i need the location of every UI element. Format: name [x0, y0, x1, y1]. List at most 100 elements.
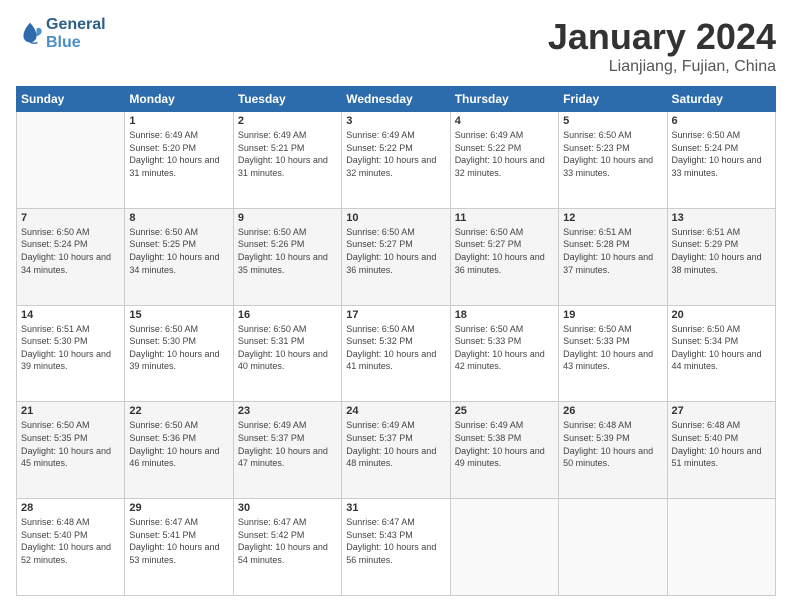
day-info: Sunrise: 6:50 AMSunset: 5:25 PMDaylight:… — [129, 226, 228, 276]
day-info: Sunrise: 6:50 AMSunset: 5:34 PMDaylight:… — [672, 323, 771, 373]
day-info: Sunrise: 6:47 AMSunset: 5:43 PMDaylight:… — [346, 516, 445, 566]
calendar-cell: 2 Sunrise: 6:49 AMSunset: 5:21 PMDaylight… — [233, 112, 341, 209]
location: Lianjiang, Fujian, China — [548, 58, 776, 76]
day-number: 14 — [21, 309, 120, 321]
day-info: Sunrise: 6:49 AMSunset: 5:38 PMDaylight:… — [455, 419, 554, 469]
calendar-header: General Blue January 2024 Lianjiang, Fuj… — [16, 16, 776, 76]
calendar-cell: 10 Sunrise: 6:50 AMSunset: 5:27 PMDayligh… — [342, 208, 450, 305]
day-number: 15 — [129, 309, 228, 321]
day-number: 28 — [21, 502, 120, 514]
day-info: Sunrise: 6:48 AMSunset: 5:40 PMDaylight:… — [21, 516, 120, 566]
day-number: 2 — [238, 115, 337, 127]
day-number: 3 — [346, 115, 445, 127]
month-title: January 2024 — [548, 16, 776, 58]
calendar-cell: 14Sunrise: 6:51 AMSunset: 5:30 PMDayligh… — [17, 305, 125, 402]
day-info: Sunrise: 6:51 AMSunset: 5:29 PMDaylight:… — [672, 226, 771, 276]
day-number: 10 — [346, 212, 445, 224]
calendar-week-row: 21 Sunrise: 6:50 AMSunset: 5:35 PMDayligh… — [17, 402, 776, 499]
calendar-cell — [667, 499, 775, 596]
day-info: Sunrise: 6:50 AMSunset: 5:26 PMDaylight:… — [238, 226, 337, 276]
day-number: 16 — [238, 309, 337, 321]
calendar-cell: 22 Sunrise: 6:50 AMSunset: 5:36 PMDayligh… — [125, 402, 233, 499]
day-info: Sunrise: 6:50 AMSunset: 5:24 PMDaylight:… — [672, 129, 771, 179]
day-number: 26 — [563, 405, 662, 417]
day-number: 9 — [238, 212, 337, 224]
day-number: 29 — [129, 502, 228, 514]
calendar-cell: 11 Sunrise: 6:50 AMSunset: 5:27 PMDayligh… — [450, 208, 558, 305]
day-number: 8 — [129, 212, 228, 224]
day-number: 18 — [455, 309, 554, 321]
day-info: Sunrise: 6:50 AMSunset: 5:36 PMDaylight:… — [129, 419, 228, 469]
calendar-cell: 31Sunrise: 6:47 AMSunset: 5:43 PMDayligh… — [342, 499, 450, 596]
day-number: 20 — [672, 309, 771, 321]
header-monday: Monday — [125, 87, 233, 112]
day-number: 19 — [563, 309, 662, 321]
calendar-cell: 12 Sunrise: 6:51 AMSunset: 5:28 PMDayligh… — [559, 208, 667, 305]
calendar-cell: 28 Sunrise: 6:48 AMSunset: 5:40 PMDayligh… — [17, 499, 125, 596]
calendar-cell: 23 Sunrise: 6:49 AMSunset: 5:37 PMDayligh… — [233, 402, 341, 499]
day-info: Sunrise: 6:47 AMSunset: 5:42 PMDaylight:… — [238, 516, 337, 566]
day-number: 21 — [21, 405, 120, 417]
header-sunday: Sunday — [17, 87, 125, 112]
calendar-page: General Blue January 2024 Lianjiang, Fuj… — [0, 0, 792, 612]
calendar-cell: 24Sunrise: 6:49 AMSunset: 5:37 PMDayligh… — [342, 402, 450, 499]
day-number: 27 — [672, 405, 771, 417]
day-info: Sunrise: 6:50 AMSunset: 5:32 PMDaylight:… — [346, 323, 445, 373]
day-number: 23 — [238, 405, 337, 417]
calendar-week-row: 28 Sunrise: 6:48 AMSunset: 5:40 PMDayligh… — [17, 499, 776, 596]
header-tuesday: Tuesday — [233, 87, 341, 112]
day-info: Sunrise: 6:51 AMSunset: 5:28 PMDaylight:… — [563, 226, 662, 276]
calendar-cell: 19 Sunrise: 6:50 AMSunset: 5:33 PMDayligh… — [559, 305, 667, 402]
calendar-cell: 3 Sunrise: 6:49 AMSunset: 5:22 PMDaylight… — [342, 112, 450, 209]
logo: General Blue — [16, 16, 106, 51]
day-number: 22 — [129, 405, 228, 417]
calendar-cell: 5 Sunrise: 6:50 AMSunset: 5:23 PMDaylight… — [559, 112, 667, 209]
title-area: January 2024 Lianjiang, Fujian, China — [548, 16, 776, 76]
calendar-cell: 21 Sunrise: 6:50 AMSunset: 5:35 PMDayligh… — [17, 402, 125, 499]
header-thursday: Thursday — [450, 87, 558, 112]
logo-text: General Blue — [46, 16, 106, 51]
day-info: Sunrise: 6:47 AMSunset: 5:41 PMDaylight:… — [129, 516, 228, 566]
header-wednesday: Wednesday — [342, 87, 450, 112]
day-number: 6 — [672, 115, 771, 127]
calendar-cell — [450, 499, 558, 596]
calendar-cell: 30Sunrise: 6:47 AMSunset: 5:42 PMDayligh… — [233, 499, 341, 596]
calendar-cell: 18 Sunrise: 6:50 AMSunset: 5:33 PMDayligh… — [450, 305, 558, 402]
calendar-cell: 1Sunrise: 6:49 AMSunset: 5:20 PMDaylight… — [125, 112, 233, 209]
day-info: Sunrise: 6:50 AMSunset: 5:33 PMDaylight:… — [563, 323, 662, 373]
day-info: Sunrise: 6:50 AMSunset: 5:23 PMDaylight:… — [563, 129, 662, 179]
day-number: 13 — [672, 212, 771, 224]
day-number: 1 — [129, 115, 228, 127]
calendar-cell: 25 Sunrise: 6:49 AMSunset: 5:38 PMDayligh… — [450, 402, 558, 499]
day-info: Sunrise: 6:50 AMSunset: 5:30 PMDaylight:… — [129, 323, 228, 373]
day-info: Sunrise: 6:49 AMSunset: 5:21 PMDaylight:… — [238, 129, 337, 179]
day-number: 11 — [455, 212, 554, 224]
day-info: Sunrise: 6:50 AMSunset: 5:24 PMDaylight:… — [21, 226, 120, 276]
day-info: Sunrise: 6:49 AMSunset: 5:37 PMDaylight:… — [238, 419, 337, 469]
logo-icon — [16, 20, 44, 48]
calendar-cell: 15 Sunrise: 6:50 AMSunset: 5:30 PMDayligh… — [125, 305, 233, 402]
calendar-cell: 7Sunrise: 6:50 AMSunset: 5:24 PMDaylight… — [17, 208, 125, 305]
day-info: Sunrise: 6:49 AMSunset: 5:37 PMDaylight:… — [346, 419, 445, 469]
calendar-cell: 27Sunrise: 6:48 AMSunset: 5:40 PMDayligh… — [667, 402, 775, 499]
day-number: 12 — [563, 212, 662, 224]
day-info: Sunrise: 6:48 AMSunset: 5:39 PMDaylight:… — [563, 419, 662, 469]
day-info: Sunrise: 6:50 AMSunset: 5:27 PMDaylight:… — [455, 226, 554, 276]
day-number: 25 — [455, 405, 554, 417]
header-saturday: Saturday — [667, 87, 775, 112]
calendar-cell: 20 Sunrise: 6:50 AMSunset: 5:34 PMDayligh… — [667, 305, 775, 402]
calendar-cell — [17, 112, 125, 209]
calendar-cell: 6 Sunrise: 6:50 AMSunset: 5:24 PMDaylight… — [667, 112, 775, 209]
day-number: 5 — [563, 115, 662, 127]
weekday-header-row: Sunday Monday Tuesday Wednesday Thursday… — [17, 87, 776, 112]
day-info: Sunrise: 6:50 AMSunset: 5:27 PMDaylight:… — [346, 226, 445, 276]
header-friday: Friday — [559, 87, 667, 112]
calendar-cell — [559, 499, 667, 596]
day-info: Sunrise: 6:49 AMSunset: 5:22 PMDaylight:… — [346, 129, 445, 179]
calendar-week-row: 7Sunrise: 6:50 AMSunset: 5:24 PMDaylight… — [17, 208, 776, 305]
calendar-table: Sunday Monday Tuesday Wednesday Thursday… — [16, 86, 776, 596]
calendar-cell: 9 Sunrise: 6:50 AMSunset: 5:26 PMDaylight… — [233, 208, 341, 305]
day-info: Sunrise: 6:50 AMSunset: 5:33 PMDaylight:… — [455, 323, 554, 373]
day-info: Sunrise: 6:50 AMSunset: 5:35 PMDaylight:… — [21, 419, 120, 469]
calendar-cell: 4Sunrise: 6:49 AMSunset: 5:22 PMDaylight… — [450, 112, 558, 209]
